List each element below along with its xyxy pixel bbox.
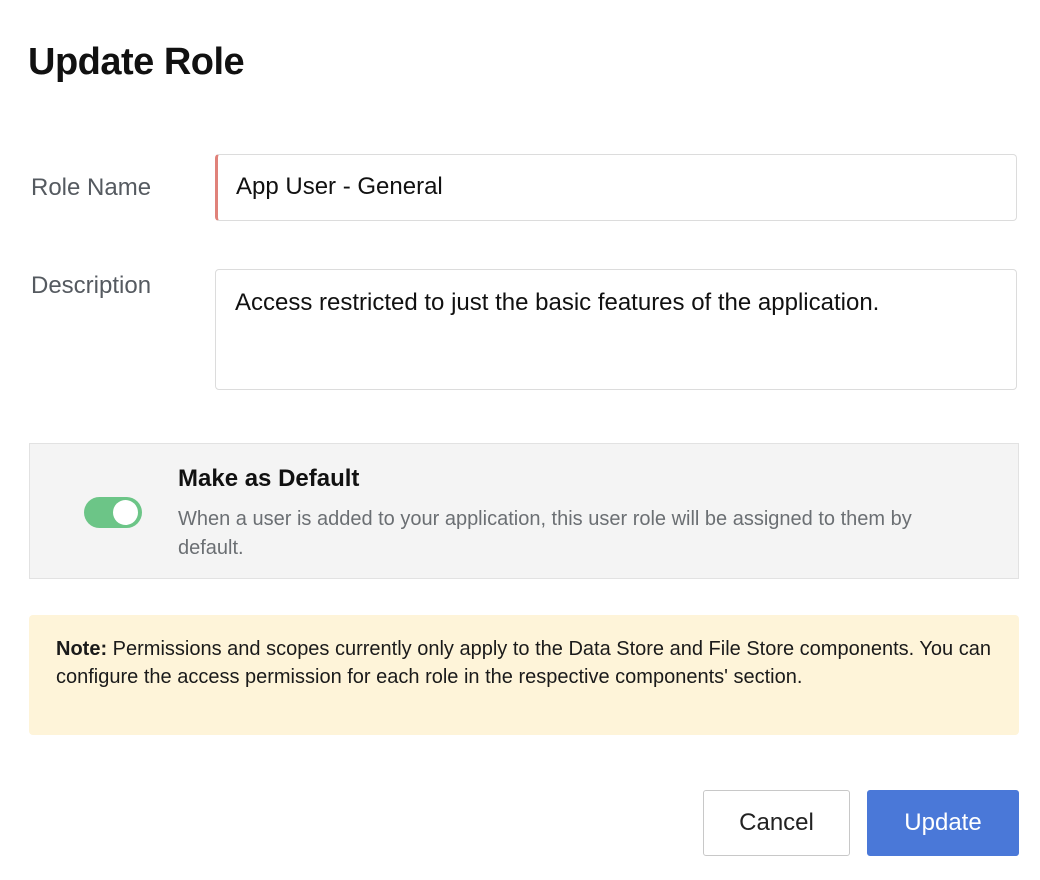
description-label: Description bbox=[31, 272, 152, 299]
role-name-input[interactable]: App User - General bbox=[215, 154, 1017, 221]
make-default-title: Make as Default bbox=[178, 465, 360, 492]
make-default-toggle[interactable] bbox=[84, 497, 142, 528]
cancel-button[interactable]: Cancel bbox=[703, 790, 850, 856]
dialog-title: Update Role bbox=[28, 41, 245, 83]
role-name-label: Role Name bbox=[31, 174, 152, 201]
description-textarea[interactable]: Access restricted to just the basic feat… bbox=[215, 269, 1017, 390]
update-button[interactable]: Update bbox=[867, 790, 1019, 856]
description-value: Access restricted to just the basic feat… bbox=[235, 289, 880, 316]
note-banner: Note: Permissions and scopes currently o… bbox=[29, 615, 1019, 735]
note-prefix: Note: bbox=[56, 638, 108, 660]
toggle-knob bbox=[113, 500, 138, 525]
make-default-description: When a user is added to your application… bbox=[178, 508, 912, 559]
role-name-value: App User - General bbox=[236, 173, 443, 200]
note-text: Permissions and scopes currently only ap… bbox=[56, 638, 991, 688]
make-default-panel: Make as Default When a user is added to … bbox=[29, 443, 1019, 579]
